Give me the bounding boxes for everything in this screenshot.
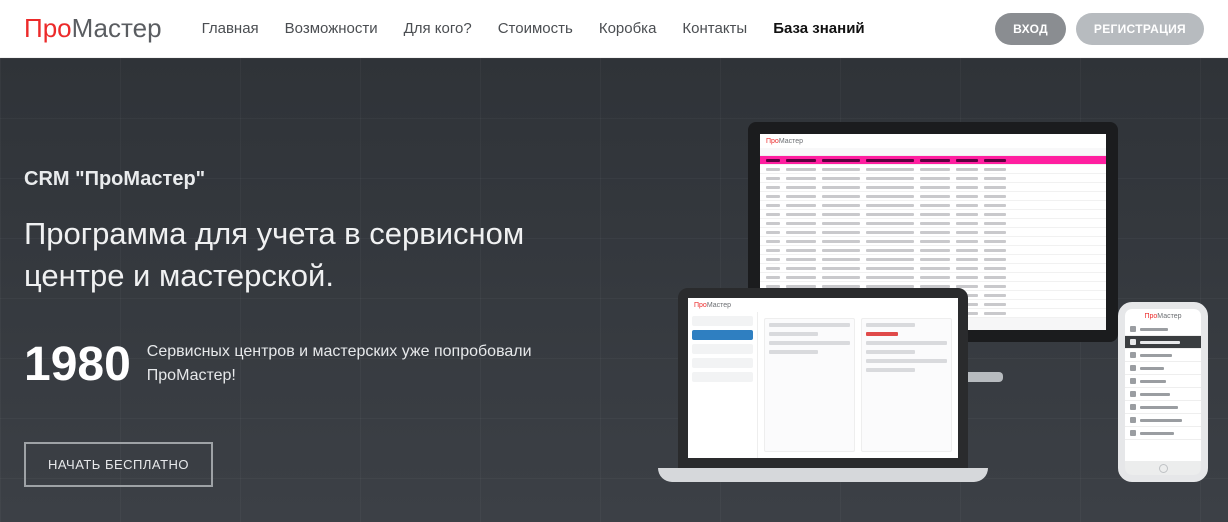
- phone-menu-item: [1125, 349, 1201, 362]
- hero-stats-line1: Сервисных центров и мастерских уже попро…: [147, 343, 532, 360]
- devices-illustration: ПроМастер: [658, 122, 1218, 502]
- register-button[interactable]: РЕГИСТРАЦИЯ: [1076, 13, 1204, 45]
- hero-title-line1: Программа для учета в сервисном: [24, 216, 524, 251]
- auth-actions: ВХОД РЕГИСТРАЦИЯ: [995, 13, 1204, 45]
- table-row: [760, 219, 1106, 228]
- hero-section: CRM "ПроМастер" Программа для учета в се…: [0, 58, 1228, 522]
- table-row: [760, 201, 1106, 210]
- nav-home[interactable]: Главная: [202, 20, 259, 37]
- phone-menu-item: [1125, 414, 1201, 427]
- hero-title: Программа для учета в сервисном центре и…: [24, 213, 532, 297]
- app-logo: ПроМастер: [694, 302, 731, 309]
- home-button-icon: [1159, 464, 1168, 473]
- logo-part-pro: Про: [24, 13, 72, 43]
- phone-menu-item: [1125, 388, 1201, 401]
- laptop-mockup: ПроМастер: [658, 288, 988, 482]
- nav-features[interactable]: Возможности: [285, 20, 378, 37]
- table-row: [760, 210, 1106, 219]
- nav-for-whom[interactable]: Для кого?: [404, 20, 472, 37]
- laptop-sidebar: [688, 312, 758, 458]
- hero-eyebrow: CRM "ПроМастер": [24, 168, 532, 191]
- table-row: [760, 174, 1106, 183]
- phone-menu-item: [1125, 336, 1201, 349]
- primary-nav: Главная Возможности Для кого? Стоимость …: [202, 20, 996, 37]
- phone-header: ПроМастер: [1125, 309, 1201, 323]
- start-free-button[interactable]: НАЧАТЬ БЕСПЛАТНО: [24, 442, 213, 487]
- hero-content: CRM "ПроМастер" Программа для учета в се…: [24, 168, 532, 487]
- table-row: [760, 246, 1106, 255]
- nav-box[interactable]: Коробка: [599, 20, 657, 37]
- logo-part-master: Мастер: [72, 13, 162, 43]
- nav-pricing[interactable]: Стоимость: [498, 20, 573, 37]
- app-header: ПроМастер: [760, 134, 1106, 148]
- table-row: [760, 165, 1106, 174]
- phone-menu-item: [1125, 323, 1201, 336]
- site-logo[interactable]: ПроМастер: [24, 13, 162, 44]
- nav-contacts[interactable]: Контакты: [682, 20, 747, 37]
- table-row: [760, 237, 1106, 246]
- hero-stats-line2: ПроМастер!: [147, 367, 236, 384]
- table-row: [760, 255, 1106, 264]
- app-logo: ПроМастер: [1144, 313, 1181, 320]
- laptop-screen: ПроМастер: [678, 288, 968, 468]
- table-row: [760, 183, 1106, 192]
- laptop-main: [758, 312, 958, 458]
- table-row: [760, 192, 1106, 201]
- phone-menu: [1125, 323, 1201, 461]
- site-header: ПроМастер Главная Возможности Для кого? …: [0, 0, 1228, 58]
- app-header: ПроМастер: [688, 298, 958, 312]
- hero-title-line2: центре и мастерской.: [24, 258, 334, 293]
- login-button[interactable]: ВХОД: [995, 13, 1066, 45]
- phone-menu-item: [1125, 401, 1201, 414]
- hero-stats: 1980 Сервисных центров и мастерских уже …: [24, 337, 532, 392]
- nav-knowledge-base[interactable]: База знаний: [773, 20, 864, 37]
- table-row: [760, 264, 1106, 273]
- phone-menu-item: [1125, 427, 1201, 440]
- phone-menu-item: [1125, 362, 1201, 375]
- hero-number: 1980: [24, 337, 131, 392]
- table-row: [760, 156, 1106, 165]
- table-row: [760, 228, 1106, 237]
- table-row: [760, 273, 1106, 282]
- phone-mockup: ПроМастер: [1118, 302, 1208, 482]
- hero-stats-text: Сервисных центров и мастерских уже попро…: [147, 340, 532, 388]
- phone-menu-item: [1125, 375, 1201, 388]
- app-logo: ПроМастер: [766, 138, 803, 145]
